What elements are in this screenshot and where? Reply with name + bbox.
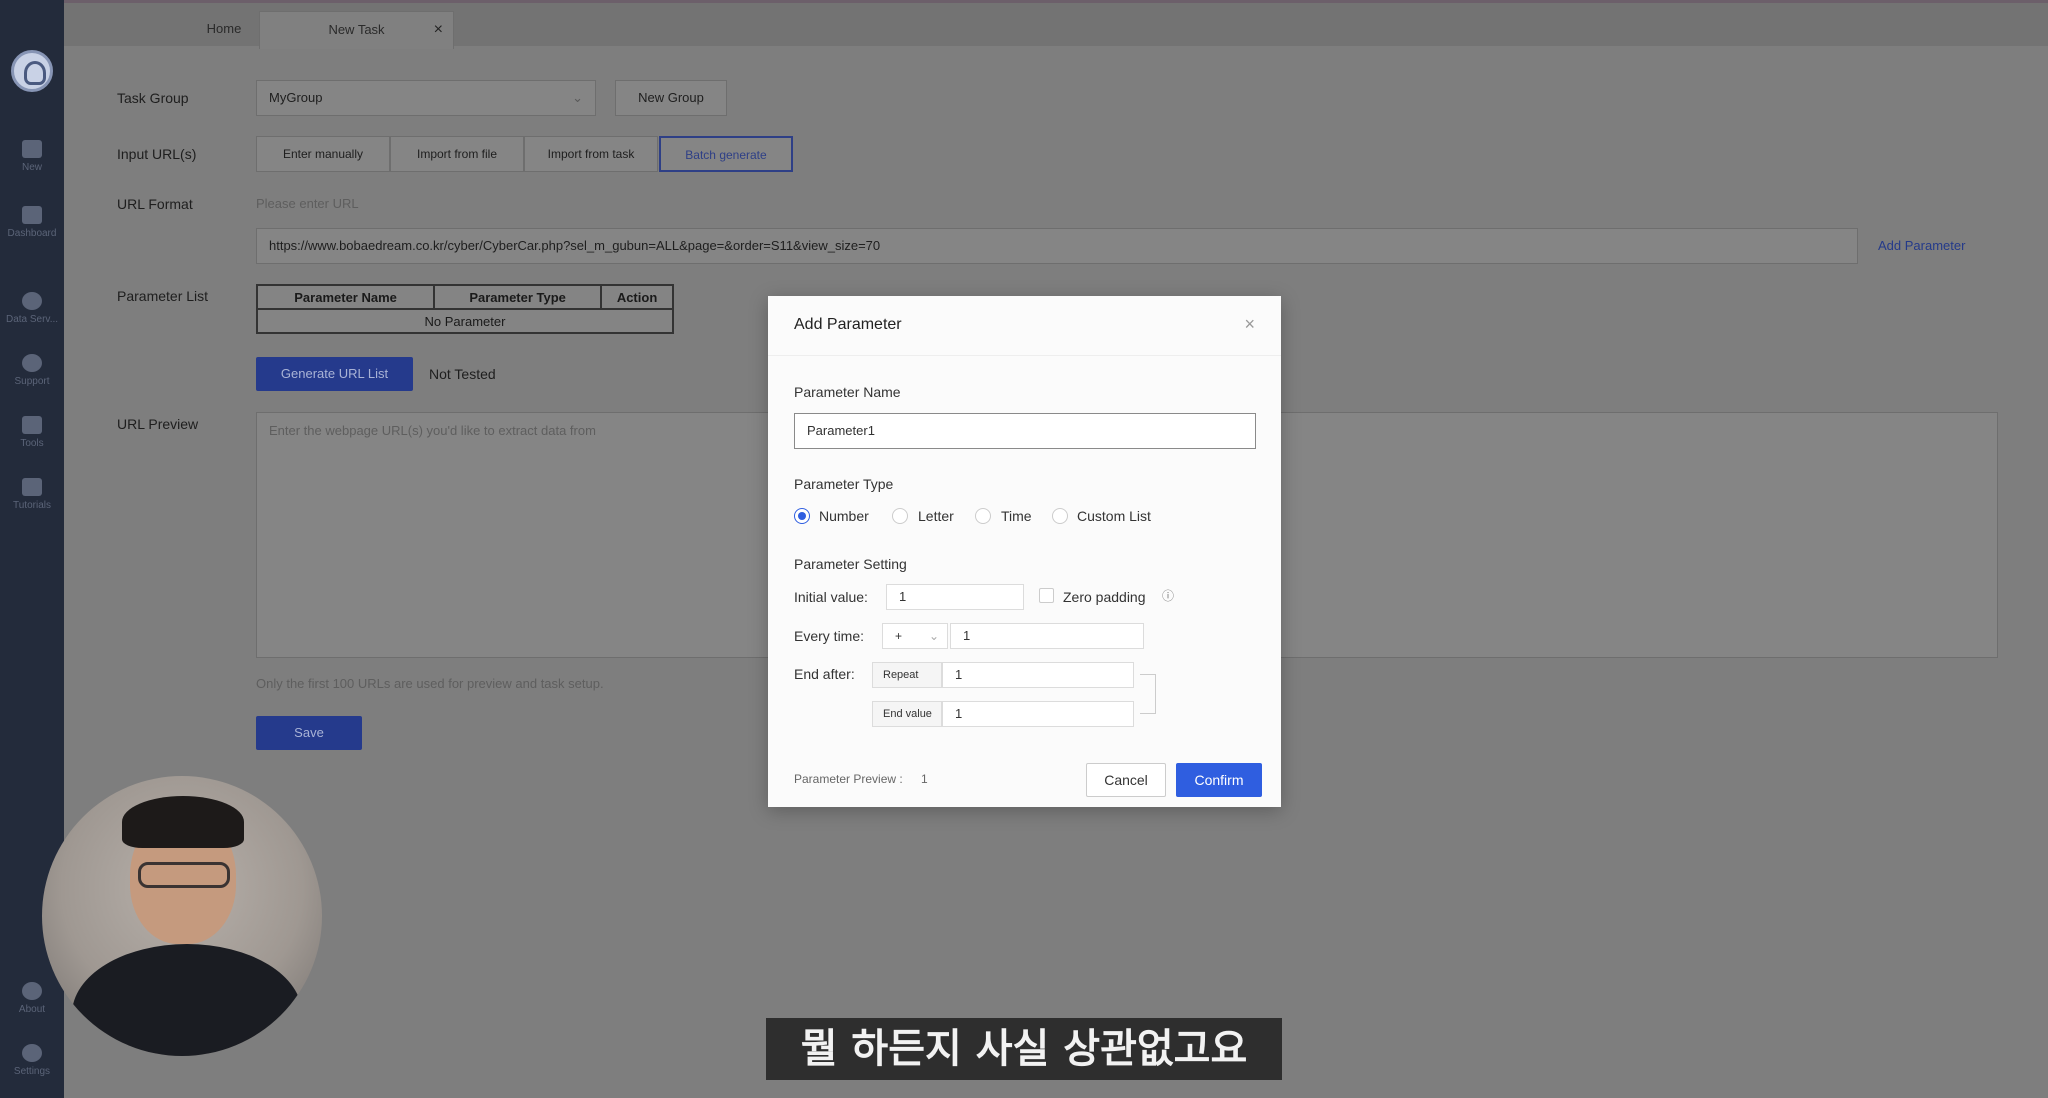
sidebar-item-label: About (18, 1004, 46, 1015)
user-avatar-icon[interactable] (11, 50, 53, 92)
radio-custom-list[interactable] (1052, 508, 1068, 524)
toolbox-icon (22, 416, 42, 434)
parameter-table: Parameter Name Parameter Type Action No … (255, 284, 674, 334)
bookmark-icon (22, 206, 42, 224)
sidebar-item-about[interactable]: About (0, 982, 64, 1015)
url-preview-placeholder: Enter the webpage URL(s) you'd like to e… (269, 423, 596, 438)
confirm-button[interactable]: Confirm (1176, 763, 1262, 797)
glasses-icon (138, 862, 230, 888)
cancel-button[interactable]: Cancel (1086, 763, 1166, 797)
table-header: Parameter Type (433, 284, 603, 310)
param-preview-value: 1 (921, 772, 928, 786)
tab-label: New Task (328, 22, 385, 37)
every-time-label: Every time: (794, 628, 865, 644)
test-status: Not Tested (429, 366, 496, 382)
close-icon[interactable]: × (1244, 314, 1255, 335)
tab-new-task[interactable]: New Task × (259, 11, 454, 49)
param-setting-label: Parameter Setting (794, 556, 907, 572)
add-parameter-link[interactable]: Add Parameter (1878, 238, 1965, 253)
video-subtitle: 뭘 하든지 사실 상관없고요 (766, 1018, 1282, 1080)
tab-label: Home (206, 21, 242, 36)
sidebar-item-dashboard[interactable]: Dashboard (0, 206, 64, 239)
mode-import-task[interactable]: Import from task (524, 136, 658, 172)
preview-note: Only the first 100 URLs are used for pre… (256, 676, 604, 691)
mode-enter-manually[interactable]: Enter manually (256, 136, 390, 172)
help-icon[interactable]: ⓘ (1162, 587, 1174, 604)
sidebar-item-settings[interactable]: Settings (0, 1044, 64, 1077)
mode-batch-generate[interactable]: Batch generate (659, 136, 793, 172)
sidebar-item-label: New (21, 162, 42, 173)
info-icon (22, 982, 42, 1000)
operator-select[interactable]: + ⌄ (882, 623, 948, 649)
radio-time[interactable] (975, 508, 991, 524)
tab-bar: Home New Task × (64, 0, 2048, 49)
url-format-label: URL Format (117, 196, 193, 212)
person-body (72, 944, 302, 1056)
end-value-tag[interactable]: End value (872, 701, 942, 727)
chevron-down-icon: ⌄ (928, 629, 939, 643)
url-format-input[interactable]: https://www.bobaedream.co.kr/cyber/Cyber… (256, 228, 1858, 264)
sidebar-item-label: Data Serv... (5, 314, 59, 325)
radio-time-label: Time (1001, 508, 1032, 524)
headset-icon (22, 354, 42, 372)
url-format-hint: Please enter URL (256, 196, 359, 211)
table-header: Action (600, 284, 674, 310)
empty-row: No Parameter (256, 308, 674, 334)
parameter-list-label: Parameter List (117, 288, 209, 304)
sidebar-item-label: Dashboard (7, 228, 57, 239)
save-button[interactable]: Save (256, 716, 362, 750)
param-name-input[interactable]: Parameter1 (794, 413, 1256, 449)
input-urls-label: Input URL(s) (117, 146, 197, 162)
bracket-connector (1140, 674, 1156, 714)
task-group-label: Task Group (117, 90, 189, 106)
person-hair (122, 796, 244, 848)
end-value-input[interactable]: 1 (942, 701, 1134, 727)
chevron-down-icon: ⌄ (572, 90, 583, 105)
dialog-title: Add Parameter (794, 316, 902, 333)
sidebar-item-label: Settings (13, 1066, 51, 1077)
task-group-select[interactable]: MyGroup ⌄ (256, 80, 596, 116)
sidebar-item-data-service[interactable]: Data Serv... (0, 292, 64, 325)
url-preview-label: URL Preview (117, 416, 199, 432)
sidebar-item-tutorials[interactable]: Tutorials (0, 478, 64, 511)
radio-number-label: Number (819, 508, 869, 524)
sidebar-item-label: Tools (20, 438, 44, 449)
sidebar-item-tools[interactable]: Tools (0, 416, 64, 449)
close-icon[interactable]: × (434, 12, 443, 48)
initial-value-input[interactable]: 1 (886, 584, 1024, 610)
task-group-value: MyGroup (269, 90, 323, 105)
webcam-overlay (42, 776, 322, 1056)
sidebar-item-support[interactable]: Support (0, 354, 64, 387)
sidebar-item-new[interactable]: New (0, 140, 64, 173)
repeat-tag[interactable]: Repeat (872, 662, 942, 688)
initial-value-label: Initial value: (794, 589, 868, 605)
generate-url-list-button[interactable]: Generate URL List (256, 357, 413, 391)
table-header: Parameter Name (255, 284, 436, 310)
zero-padding-label: Zero padding (1063, 589, 1146, 605)
param-type-label: Parameter Type (794, 476, 894, 492)
dialog-header: Add Parameter × (768, 296, 1281, 356)
radio-letter-label: Letter (918, 508, 954, 524)
zero-padding-checkbox[interactable] (1039, 588, 1054, 603)
sidebar-item-label: Tutorials (13, 500, 51, 511)
every-time-input[interactable]: 1 (950, 623, 1144, 649)
add-parameter-dialog: Add Parameter × Parameter Name Parameter… (768, 296, 1281, 807)
sidebar-item-label: Support (14, 376, 50, 387)
repeat-input[interactable]: 1 (942, 662, 1134, 688)
operator-value: + (895, 629, 903, 643)
param-preview-label: Parameter Preview : (794, 772, 903, 786)
new-group-button[interactable]: New Group (615, 80, 727, 116)
radio-number[interactable] (794, 508, 810, 524)
mode-import-file[interactable]: Import from file (390, 136, 524, 172)
gear-icon (22, 1044, 42, 1062)
plus-square-icon (22, 140, 42, 158)
radio-custom-list-label: Custom List (1077, 508, 1151, 524)
radio-letter[interactable] (892, 508, 908, 524)
graduation-cap-icon (22, 478, 42, 496)
param-name-label: Parameter Name (794, 384, 901, 400)
end-after-label: End after: (794, 666, 855, 682)
diamond-icon (22, 292, 42, 310)
